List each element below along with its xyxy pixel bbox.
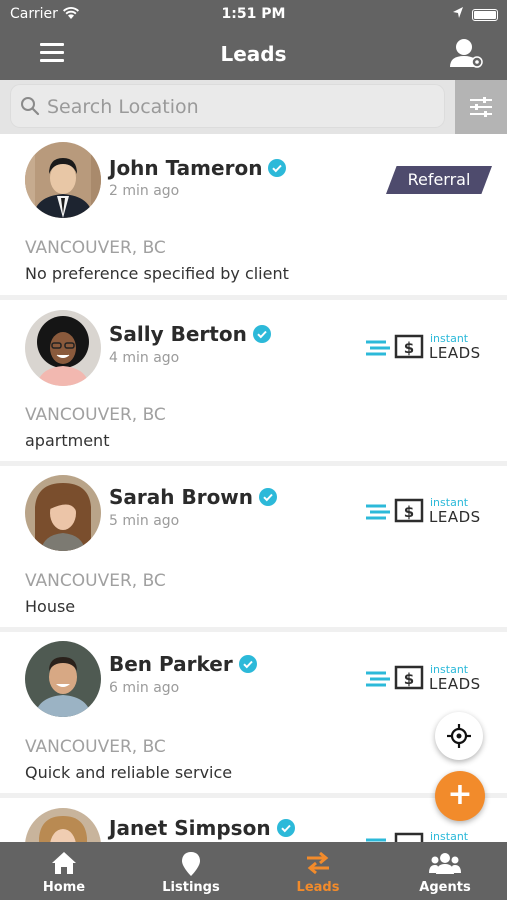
filter-button[interactable] bbox=[455, 80, 507, 134]
tab-agents[interactable]: Agents bbox=[382, 842, 507, 900]
clock: 1:51 PM bbox=[221, 6, 286, 22]
instant-leads-logo: $ instant LEADS bbox=[366, 663, 481, 695]
lead-time: 5 min ago bbox=[109, 513, 180, 529]
sliders-icon bbox=[470, 97, 492, 117]
lead-note: No preference specified by client bbox=[25, 264, 289, 283]
lead-time: 2 min ago bbox=[109, 183, 180, 199]
lead-note: Quick and reliable service bbox=[25, 763, 233, 782]
verified-icon bbox=[268, 159, 287, 177]
map-pin-icon bbox=[182, 852, 200, 876]
locate-button[interactable] bbox=[435, 712, 483, 760]
tab-label: Leads bbox=[296, 880, 340, 895]
lead-note: apartment bbox=[25, 431, 110, 450]
lead-location: VANCOUVER, BC bbox=[25, 571, 166, 591]
swap-arrows-icon bbox=[307, 851, 329, 875]
lead-card[interactable]: Ben Parker 6 min ago $ instant LEADS VAN… bbox=[0, 632, 507, 793]
tab-label: Listings bbox=[162, 880, 220, 895]
verified-icon bbox=[238, 655, 257, 673]
verified-icon bbox=[259, 488, 278, 506]
tab-leads[interactable]: Leads bbox=[255, 842, 381, 900]
lead-time: 6 min ago bbox=[109, 680, 180, 696]
svg-text:$: $ bbox=[404, 339, 414, 357]
instant-leads-icon: $ bbox=[366, 498, 424, 523]
tab-listings[interactable]: Listings bbox=[128, 842, 254, 900]
add-lead-button[interactable]: + bbox=[435, 771, 485, 821]
lead-location: VANCOUVER, BC bbox=[25, 737, 166, 757]
lead-name: Ben Parker bbox=[109, 652, 257, 676]
account-icon[interactable] bbox=[446, 36, 486, 72]
home-icon bbox=[52, 852, 76, 874]
instant-leads-logo: instant bbox=[366, 830, 481, 842]
lead-card[interactable]: Sally Berton 4 min ago $ instant LEADS V… bbox=[0, 300, 507, 461]
status-bar: Carrier 1:51 PM bbox=[0, 0, 507, 30]
plus-icon: + bbox=[447, 777, 473, 812]
group-icon bbox=[429, 853, 461, 874]
lead-location: VANCOUVER, BC bbox=[25, 238, 166, 258]
tab-home[interactable]: Home bbox=[1, 842, 127, 900]
lead-name: Sally Berton bbox=[109, 322, 271, 346]
instant-leads-logo: $ instant LEADS bbox=[366, 496, 481, 528]
verified-icon bbox=[252, 325, 271, 343]
avatar bbox=[25, 475, 101, 551]
battery-icon bbox=[472, 9, 498, 21]
instant-leads-icon: $ bbox=[366, 334, 424, 359]
lead-card[interactable]: Sarah Brown 5 min ago $ instant LEADS VA… bbox=[0, 466, 507, 627]
tab-label: Agents bbox=[419, 880, 471, 895]
search-icon bbox=[20, 96, 40, 120]
lead-note: House bbox=[25, 597, 76, 616]
instant-leads-logo: $ instant LEADS bbox=[366, 332, 481, 364]
lead-time: 4 min ago bbox=[109, 350, 180, 366]
instant-leads-icon bbox=[366, 832, 424, 842]
svg-text:$: $ bbox=[404, 503, 414, 521]
verified-icon bbox=[276, 819, 295, 837]
svg-text:$: $ bbox=[404, 670, 414, 688]
lead-name: Janet Simpson bbox=[109, 816, 295, 840]
avatar bbox=[25, 808, 101, 842]
search-input[interactable]: Search Location bbox=[10, 84, 445, 128]
tab-bar: Home Listings Leads Agents bbox=[0, 842, 507, 900]
lead-card[interactable]: Janet Simpson instant bbox=[0, 798, 507, 842]
instant-leads-big: LEADS bbox=[429, 675, 481, 693]
lead-location: VANCOUVER, BC bbox=[25, 405, 166, 425]
avatar bbox=[25, 310, 101, 386]
search-bar: Search Location bbox=[0, 80, 507, 134]
tab-label: Home bbox=[42, 880, 86, 895]
crosshair-icon bbox=[447, 724, 471, 748]
page-title: Leads bbox=[220, 42, 287, 66]
lead-card[interactable]: John Tameron 2 min ago Referral VANCOUVE… bbox=[0, 134, 507, 295]
instant-leads-icon: $ bbox=[366, 665, 424, 690]
avatar bbox=[25, 641, 101, 717]
referral-badge: Referral bbox=[386, 166, 492, 194]
location-arrow-icon bbox=[452, 6, 464, 24]
lead-name: Sarah Brown bbox=[109, 485, 278, 509]
instant-leads-small: instant bbox=[430, 830, 469, 842]
nav-bar: Leads bbox=[0, 30, 507, 80]
instant-leads-big: LEADS bbox=[429, 344, 481, 362]
search-placeholder: Search Location bbox=[47, 96, 199, 118]
leads-list: John Tameron 2 min ago Referral VANCOUVE… bbox=[0, 134, 507, 842]
avatar bbox=[25, 142, 101, 218]
instant-leads-big: LEADS bbox=[429, 508, 481, 526]
lead-name: John Tameron bbox=[109, 156, 287, 180]
